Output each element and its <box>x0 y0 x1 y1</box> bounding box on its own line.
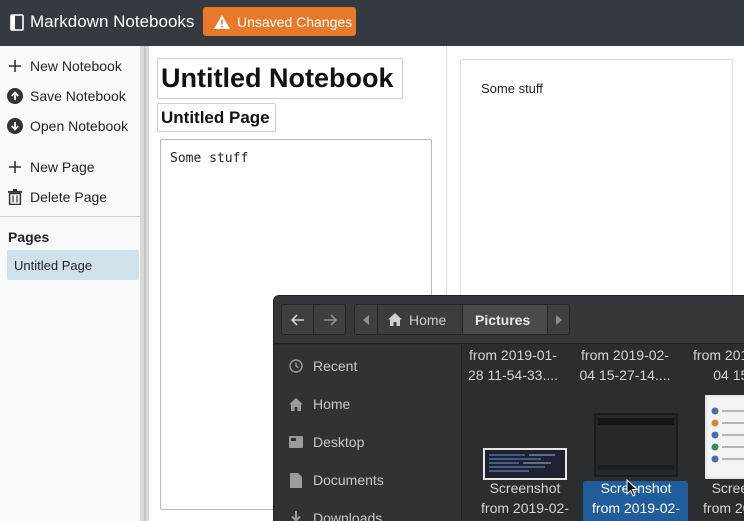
sidebar: New Notebook Save Notebook Open Notebook… <box>0 46 140 521</box>
arrow-down-circle-icon <box>7 118 23 134</box>
file-thumbnail <box>594 413 678 477</box>
path-pictures-label: Pictures <box>475 311 531 328</box>
app-brand[interactable]: Markdown Notebooks <box>10 12 194 32</box>
file-name-line: from 2019-01- <box>469 347 557 363</box>
file-grid: from 2019-01- 28 11-54-33.... from 2019-… <box>463 345 744 521</box>
arrow-left-icon <box>290 313 304 326</box>
place-label: Home <box>313 396 351 412</box>
chevron-left-icon <box>363 314 369 325</box>
trash-icon <box>7 189 23 205</box>
file-item[interactable]: from 2019-02- 04 15-2 <box>681 345 744 385</box>
file-name-line: Screenshot <box>711 480 744 496</box>
file-name-line: Screenshot <box>489 480 561 496</box>
mouse-cursor-icon <box>626 479 638 497</box>
path-scroll-right-button[interactable] <box>547 305 569 334</box>
place-recent[interactable]: Recent <box>288 355 357 377</box>
path-home-button[interactable]: Home <box>377 305 463 334</box>
new-page-button[interactable]: New Page <box>0 153 140 181</box>
file-name-line: from 2019-02- <box>592 500 680 516</box>
sidebar-item-label: New Page <box>30 159 95 175</box>
file-item[interactable]: Screenshot from 2019-02- <box>469 478 581 518</box>
file-name-line: from 2019-02- <box>693 347 744 363</box>
place-downloads[interactable]: Downloads <box>288 507 382 521</box>
file-thumbnail <box>705 395 744 479</box>
place-label: Documents <box>313 472 384 488</box>
plus-icon <box>7 58 23 74</box>
file-item[interactable]: from 2019-02- 04 15-27-14.... <box>569 345 681 385</box>
dialog-header: Home Pictures <box>274 296 744 344</box>
file-name-line: 04 15-27-14.... <box>579 367 671 383</box>
file-chooser-dialog: Home Pictures Recent Home Desktop Docume… <box>273 295 744 521</box>
sidebar-item-label: Open Notebook <box>30 118 129 134</box>
open-notebook-button[interactable]: Open Notebook <box>0 112 140 140</box>
path-home-label: Home <box>409 311 447 328</box>
file-name-line: from 2019-02- <box>481 500 569 516</box>
home-icon <box>288 397 304 411</box>
file-name-line: 28 11-54-33.... <box>467 367 559 383</box>
top-navbar: Markdown Notebooks Unsaved Changes <box>0 0 744 46</box>
file-name-line: from 2019-02- <box>581 347 669 363</box>
file-item[interactable]: from 2019-01- 28 11-54-33.... <box>463 345 569 385</box>
places-sidebar: Recent Home Desktop Documents Downloads <box>274 345 462 521</box>
path-bar: Home Pictures <box>354 304 570 335</box>
file-name-line: from 2019-02- <box>703 500 744 516</box>
sidebar-item-label: Delete Page <box>30 189 108 205</box>
warning-icon <box>214 14 230 29</box>
sidebar-item-label: Save Notebook <box>30 88 126 104</box>
forward-button[interactable] <box>313 304 346 335</box>
place-documents[interactable]: Documents <box>288 469 384 491</box>
sidebar-item-untitled-page[interactable]: Untitled Page <box>7 250 139 280</box>
home-icon <box>388 313 402 326</box>
new-notebook-button[interactable]: New Notebook <box>0 52 140 80</box>
place-desktop[interactable]: Desktop <box>288 431 364 453</box>
save-notebook-button[interactable]: Save Notebook <box>0 82 140 110</box>
place-label: Downloads <box>313 510 383 521</box>
delete-page-button[interactable]: Delete Page <box>0 183 140 211</box>
preview-content: Some stuff <box>481 81 543 96</box>
unsaved-label: Unsaved Changes <box>237 13 353 30</box>
back-button[interactable] <box>281 304 314 335</box>
clock-icon <box>288 359 304 373</box>
page-title-input[interactable]: Untitled Page <box>157 103 276 132</box>
place-label: Desktop <box>313 434 365 450</box>
desktop-icon <box>288 436 304 448</box>
notebook-icon <box>10 13 24 31</box>
place-label: Recent <box>313 358 358 374</box>
path-pictures-button[interactable]: Pictures <box>463 305 547 334</box>
pages-heading: Pages <box>8 229 50 245</box>
arrow-up-circle-icon <box>7 88 23 104</box>
unsaved-changes-button[interactable]: Unsaved Changes <box>203 7 356 36</box>
file-thumbnail <box>483 448 567 480</box>
file-item[interactable]: Screenshot from 2019-02- <box>691 478 744 518</box>
sidebar-item-label: New Notebook <box>30 58 122 74</box>
document-icon <box>288 472 304 488</box>
app-title: Markdown Notebooks <box>30 12 195 31</box>
download-icon <box>288 511 304 521</box>
notebook-title-input[interactable]: Untitled Notebook <box>157 58 403 99</box>
plus-icon <box>7 159 23 175</box>
arrow-right-icon <box>323 313 337 326</box>
chevron-right-icon <box>555 314 562 325</box>
file-name-line: 04 15-2 <box>713 367 744 383</box>
place-home[interactable]: Home <box>288 393 350 415</box>
sidebar-divider <box>0 216 140 217</box>
path-scroll-left-button[interactable] <box>355 305 377 334</box>
resizer-line <box>144 46 146 521</box>
